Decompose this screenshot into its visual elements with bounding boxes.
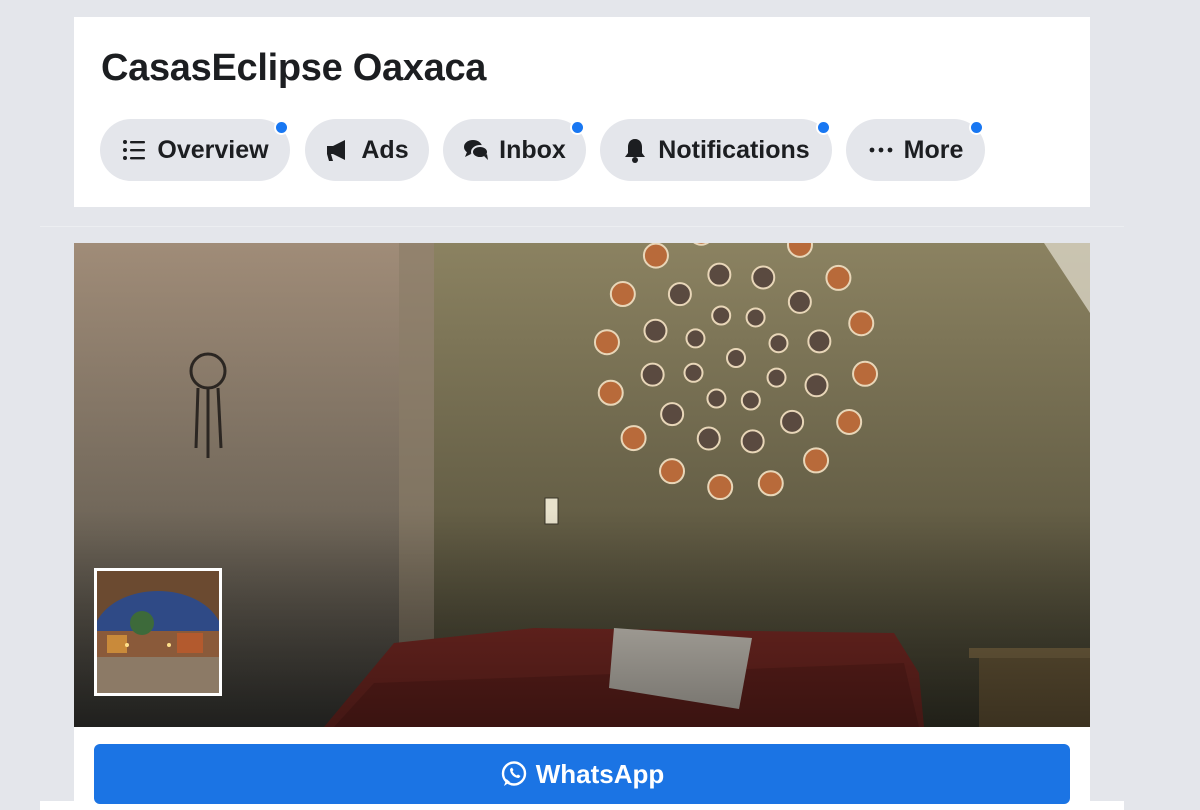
- cover-photo[interactable]: [74, 243, 1090, 727]
- tab-more[interactable]: More: [846, 119, 985, 181]
- notification-dot: [572, 122, 583, 133]
- tab-notifications-label: Notifications: [658, 135, 810, 164]
- whatsapp-button[interactable]: WhatsApp: [94, 744, 1070, 804]
- notification-dot: [971, 122, 982, 133]
- profile-photo[interactable]: [94, 568, 222, 696]
- bell-icon: [622, 137, 648, 163]
- tab-more-label: More: [903, 135, 964, 164]
- more-dots-icon: [868, 137, 894, 163]
- tab-inbox[interactable]: Inbox: [443, 119, 586, 181]
- whatsapp-button-label: WhatsApp: [535, 758, 665, 789]
- notification-dot: [818, 122, 829, 133]
- page-header-card: CasasEclipse Oaxaca Overview Ads Inbox N…: [74, 17, 1090, 207]
- page-title: CasasEclipse Oaxaca: [101, 47, 487, 89]
- notification-dot: [276, 122, 287, 133]
- list-icon: [121, 137, 147, 163]
- tab-inbox-label: Inbox: [499, 135, 566, 164]
- tab-notifications[interactable]: Notifications: [600, 119, 832, 181]
- tab-overview[interactable]: Overview: [100, 119, 290, 181]
- tab-ads[interactable]: Ads: [305, 119, 429, 181]
- tab-overview-label: Overview: [157, 135, 269, 164]
- tab-ads-label: Ads: [361, 135, 409, 164]
- megaphone-icon: [325, 137, 351, 163]
- chat-bubbles-icon: [463, 137, 490, 163]
- whatsapp-icon: [500, 760, 528, 788]
- section-divider: [40, 207, 1124, 227]
